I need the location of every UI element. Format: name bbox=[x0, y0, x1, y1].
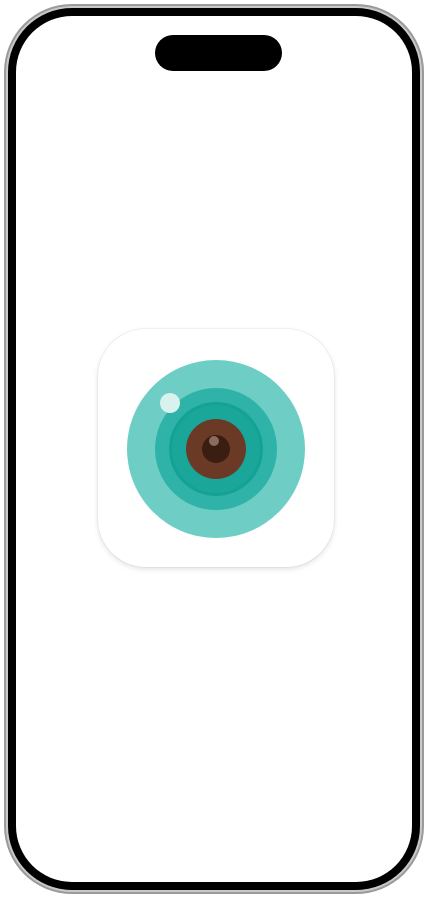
phone-screen bbox=[16, 16, 412, 882]
device-mockup bbox=[0, 0, 428, 898]
pupil-glint bbox=[209, 436, 219, 446]
lens-highlight bbox=[160, 393, 180, 413]
app-icon[interactable] bbox=[98, 329, 334, 567]
dynamic-island bbox=[155, 35, 282, 71]
camera-eye-icon bbox=[127, 360, 305, 538]
